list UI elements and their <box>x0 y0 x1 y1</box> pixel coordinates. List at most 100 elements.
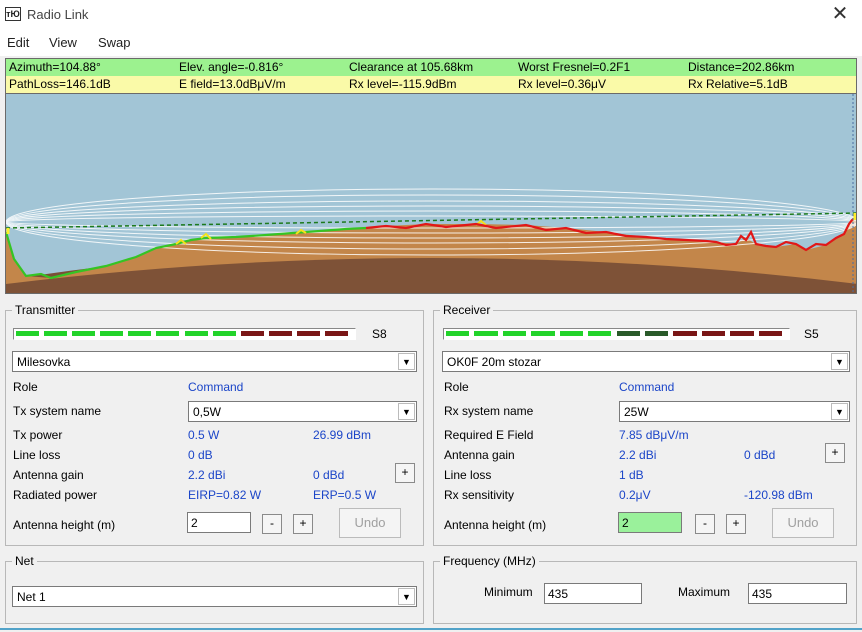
window-bottom-border <box>0 628 862 630</box>
rx-signal-meter <box>443 328 790 340</box>
net-group-label: Net <box>12 554 37 568</box>
tx-signal-meter <box>13 328 356 340</box>
meter-segment <box>730 331 754 336</box>
meter-segment <box>588 331 612 336</box>
info-row-1: Azimuth=104.88° Elev. angle=-0.816° Clea… <box>6 59 856 76</box>
window-title: Radio Link <box>27 7 89 22</box>
rx-sensitivity-dbm: -120.98 dBm <box>744 488 813 502</box>
tx-line-loss-value: 0 dB <box>188 448 213 462</box>
rx-system-label: Rx system name <box>444 404 534 418</box>
rx-antenna-gain-plus-button[interactable]: + <box>825 443 845 463</box>
frequency-maximum-label: Maximum <box>678 585 731 599</box>
chevron-down-icon[interactable]: ▼ <box>398 588 415 605</box>
meter-segment <box>324 331 348 336</box>
rx-level-dbm-readout: Rx level=-115.9dBm <box>349 77 457 91</box>
rx-line-loss-value: 1 dB <box>619 468 644 482</box>
chevron-down-icon[interactable]: ▼ <box>831 353 848 370</box>
transmitter-group: Transmitter S8 Milesovka ▼ Role Command … <box>5 303 424 546</box>
meter-segment <box>673 331 697 336</box>
close-icon[interactable]: ✕ <box>828 3 852 27</box>
meter-segment <box>296 331 320 336</box>
frequency-minimum-input[interactable]: 435 <box>544 583 642 604</box>
tx-site-value: Milesovka <box>17 355 71 369</box>
net-group: Net Net 1 ▼ <box>5 554 424 624</box>
terrain-profile-graphic <box>6 94 856 293</box>
rx-antenna-height-input[interactable]: 2 <box>618 512 682 533</box>
elevation-readout: Elev. angle=-0.816° <box>179 60 284 74</box>
tx-antenna-gain-plus-button[interactable]: + <box>395 463 415 483</box>
tx-system-label: Tx system name <box>13 404 102 418</box>
tx-height-decrement-button[interactable]: - <box>262 514 282 534</box>
tx-undo-button[interactable]: Undo <box>339 508 401 538</box>
meter-segment <box>184 331 208 336</box>
rx-site-value: OK0F 20m stozar <box>447 355 542 369</box>
menu-edit[interactable]: Edit <box>7 35 29 50</box>
tx-line-loss-label: Line loss <box>13 448 61 462</box>
fresnel-readout: Worst Fresnel=0.2F1 <box>518 60 631 74</box>
tx-role-link[interactable]: Command <box>188 380 243 394</box>
pathloss-readout: PathLoss=146.1dB <box>9 77 111 91</box>
meter-segment <box>240 331 264 336</box>
tx-antenna-height-input[interactable]: 2 <box>187 512 251 533</box>
tx-antenna-height-label: Antenna height (m) <box>13 518 116 532</box>
rx-system-select[interactable]: 25W ▼ <box>619 401 850 422</box>
terrain-profile-view[interactable] <box>5 94 857 294</box>
meter-segment <box>474 331 498 336</box>
frequency-minimum-label: Minimum <box>484 585 533 599</box>
tx-power-dbm: 26.99 dBm <box>313 428 372 442</box>
frequency-group: Frequency (MHz) Minimum 435 Maximum 435 <box>433 554 857 624</box>
rx-antenna-gain-dbi: 2.2 dBi <box>619 448 657 462</box>
rx-sensitivity-label: Rx sensitivity <box>444 488 515 502</box>
meter-segment <box>156 331 180 336</box>
menu-bar: Edit View Swap <box>0 30 862 56</box>
rx-required-field-label: Required E Field <box>444 428 534 442</box>
rx-s-meter-label: S5 <box>804 327 819 341</box>
tx-height-increment-button[interactable]: + <box>293 514 313 534</box>
tx-antenna-gain-dbi: 2.2 dBi <box>188 468 226 482</box>
receiver-group: Receiver S5 OK0F 20m stozar ▼ Role Comma… <box>433 303 857 546</box>
rx-system-value: 25W <box>624 405 649 419</box>
meter-segment <box>16 331 40 336</box>
tx-site-select[interactable]: Milesovka ▼ <box>12 351 417 372</box>
clearance-readout: Clearance at 105.68km <box>349 60 474 74</box>
menu-view[interactable]: View <box>49 35 77 50</box>
meter-segment <box>128 331 152 336</box>
tx-s-meter-label: S8 <box>372 327 387 341</box>
info-row-2: PathLoss=146.1dB E field=13.0dBμV/m Rx l… <box>6 76 856 93</box>
rx-height-decrement-button[interactable]: - <box>695 514 715 534</box>
chevron-down-icon[interactable]: ▼ <box>398 403 415 420</box>
rx-antenna-gain-dbd: 0 dBd <box>744 448 776 462</box>
rx-relative-readout: Rx Relative=5.1dB <box>688 77 788 91</box>
rx-height-increment-button[interactable]: + <box>726 514 746 534</box>
frequency-maximum-input[interactable]: 435 <box>748 583 847 604</box>
chevron-down-icon[interactable]: ▼ <box>831 403 848 420</box>
meter-segment <box>44 331 68 336</box>
tx-erp-value: ERP=0.5 W <box>313 488 377 502</box>
net-select[interactable]: Net 1 ▼ <box>12 586 417 607</box>
meter-segment <box>531 331 555 336</box>
meter-segment <box>502 331 527 336</box>
rx-undo-button[interactable]: Undo <box>772 508 834 538</box>
app-icon: тЮ <box>5 7 21 21</box>
meter-segment <box>758 331 782 336</box>
meter-segment <box>212 331 236 336</box>
net-value: Net 1 <box>17 590 46 604</box>
rx-role-label: Role <box>444 380 469 394</box>
rx-site-select[interactable]: OK0F 20m stozar ▼ <box>442 351 850 372</box>
tx-system-select[interactable]: 0,5W ▼ <box>188 401 417 422</box>
title-bar: тЮ Radio Link ✕ <box>0 0 862 30</box>
rx-role-link[interactable]: Command <box>619 380 674 394</box>
chevron-down-icon[interactable]: ▼ <box>398 353 415 370</box>
tx-power-w: 0.5 W <box>188 428 220 442</box>
meter-segment <box>72 331 96 336</box>
tx-role-label: Role <box>13 380 38 394</box>
frequency-group-label: Frequency (MHz) <box>440 554 539 568</box>
menu-swap[interactable]: Swap <box>98 35 131 50</box>
rx-antenna-gain-label: Antenna gain <box>444 448 515 462</box>
meter-segment <box>616 331 640 336</box>
meter-segment <box>559 331 584 336</box>
efield-readout: E field=13.0dBμV/m <box>179 77 286 91</box>
meter-segment <box>268 331 292 336</box>
tx-antenna-gain-dbd: 0 dBd <box>313 468 345 482</box>
tx-antenna-gain-label: Antenna gain <box>13 468 84 482</box>
